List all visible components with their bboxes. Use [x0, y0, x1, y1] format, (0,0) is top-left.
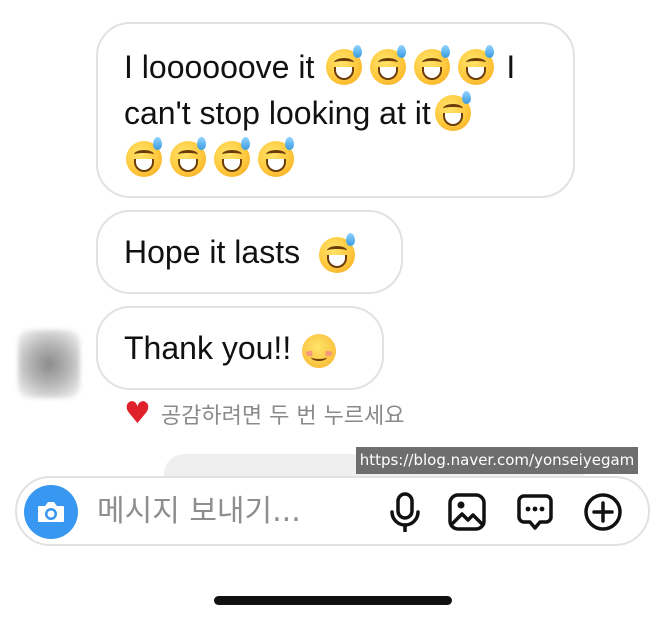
sticker-button[interactable]	[515, 492, 555, 532]
home-indicator[interactable]	[214, 596, 452, 605]
grinning-sweat-emoji-icon	[434, 91, 471, 131]
message-bubble-1[interactable]: I loooooove it I can't stop looking at i…	[96, 22, 575, 198]
grinning-sweat-emoji-icon	[170, 137, 206, 177]
plus-icon	[584, 493, 622, 531]
sticker-chat-icon	[517, 494, 553, 530]
message-line: can't stop looking at it	[124, 90, 547, 136]
microphone-icon	[390, 492, 420, 532]
message-text: I loooooove it	[124, 49, 315, 85]
double-tap-reaction-hint: ♥ 공감하려면 두 번 누르세요	[124, 396, 405, 432]
message-input[interactable]: 메시지 보내기...	[97, 492, 301, 532]
grinning-sweat-emoji-icon	[258, 137, 294, 177]
camera-icon	[38, 502, 64, 522]
grinning-sweat-emoji-icon	[126, 137, 162, 177]
grinning-sweat-emoji-icon	[414, 45, 451, 85]
reaction-hint-text: 공감하려면 두 번 누르세요	[160, 404, 405, 429]
grinning-sweat-emoji-icon	[326, 45, 363, 85]
watermark-url: https://blog.naver.com/yonseiyegam	[356, 447, 638, 474]
grinning-sweat-emoji-icon	[318, 232, 355, 273]
grinning-sweat-emoji-icon	[370, 45, 407, 85]
heart-icon: ♥	[124, 396, 151, 431]
message-composer[interactable]: 메시지 보내기...	[15, 476, 650, 546]
message-text: Hope it lasts	[124, 234, 301, 270]
message-line	[124, 136, 547, 182]
voice-message-button[interactable]	[385, 492, 425, 532]
message-line: I loooooove it I	[124, 44, 547, 90]
message-bubble-3[interactable]: Thank you!!	[96, 306, 384, 390]
message-bubble-2[interactable]: Hope it lasts	[96, 210, 403, 294]
message-text-tail: I	[506, 49, 516, 85]
camera-button[interactable]	[24, 485, 78, 539]
message-text: can't stop looking at it	[124, 95, 431, 131]
message-text: Thank you!!	[124, 330, 292, 366]
avatar[interactable]	[18, 330, 80, 398]
image-icon	[448, 493, 486, 531]
smiling-blush-emoji-icon	[302, 333, 337, 368]
grinning-sweat-emoji-icon	[458, 45, 495, 85]
grinning-sweat-emoji-icon	[214, 137, 250, 177]
gallery-button[interactable]	[447, 492, 487, 532]
more-options-button[interactable]	[583, 492, 623, 532]
